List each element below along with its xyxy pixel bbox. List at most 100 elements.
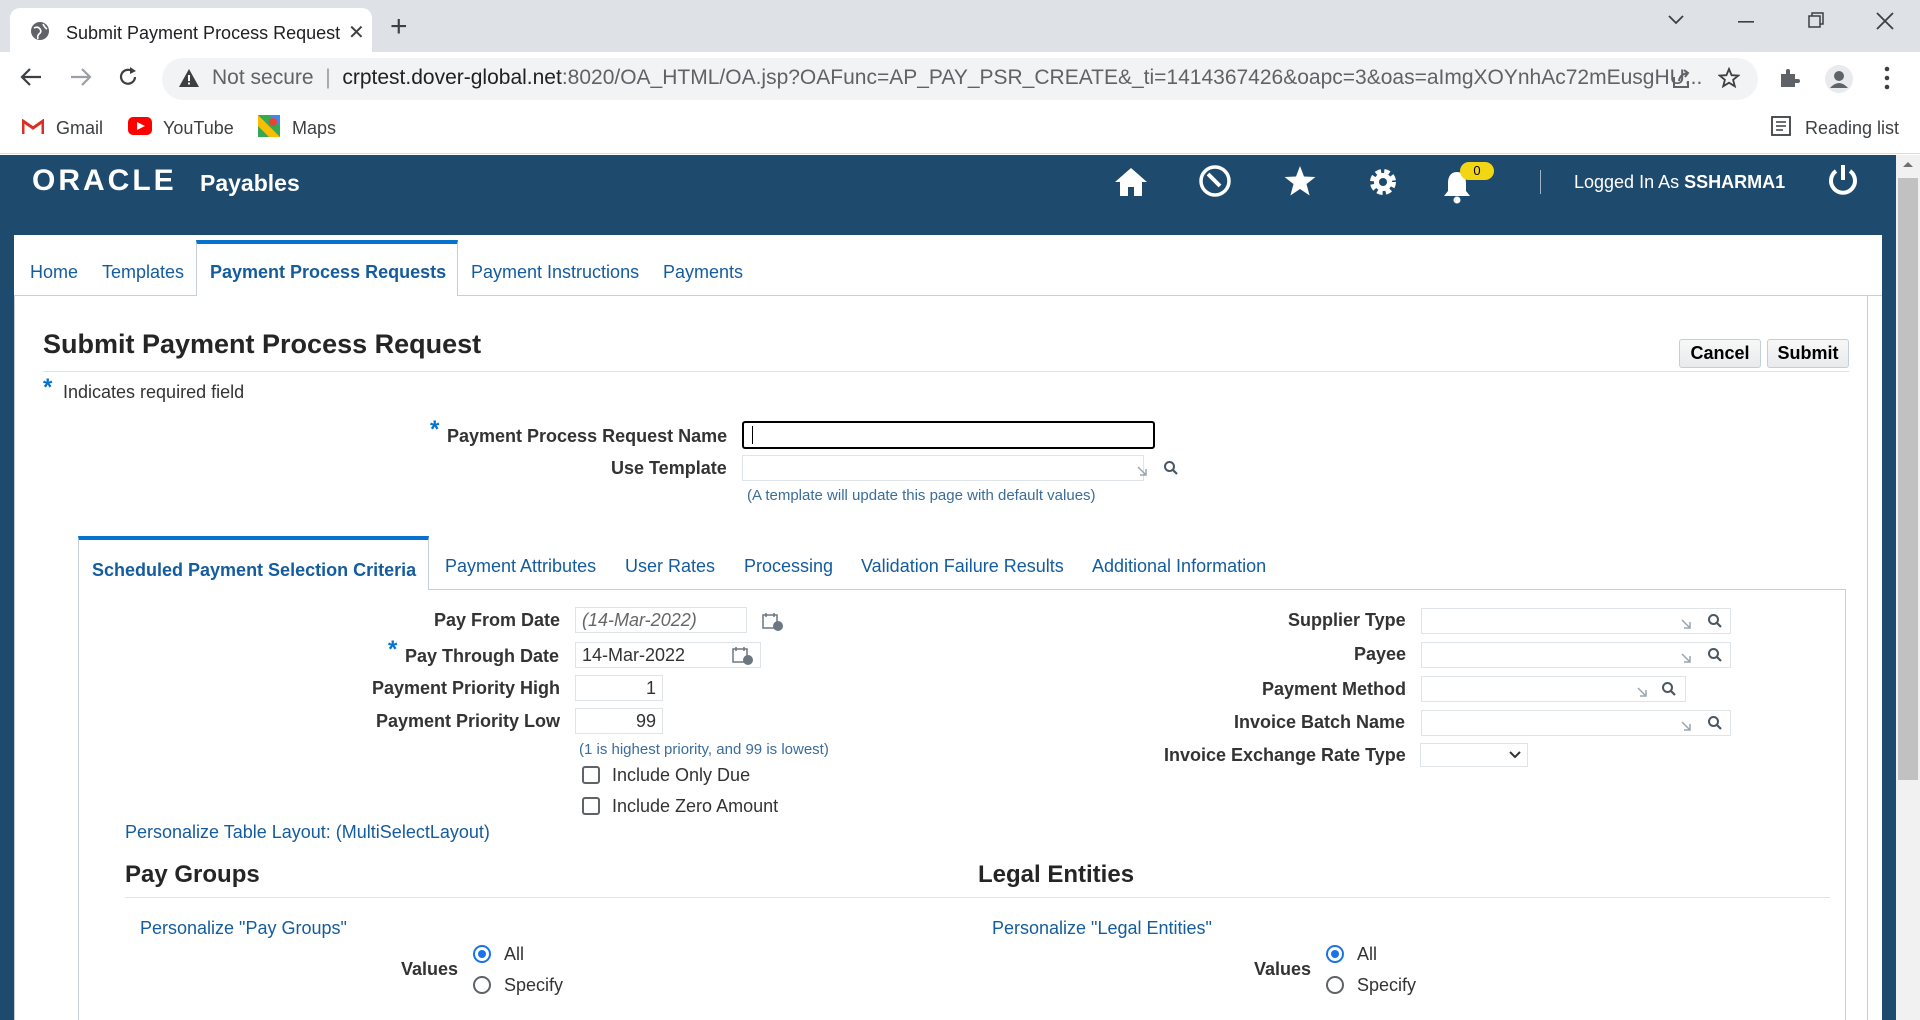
legal-entities-divider [975,897,1830,898]
browser-tab[interactable]: Submit Payment Process Request ✕ [10,8,372,52]
gmail-icon [22,119,44,134]
bookmark-maps[interactable]: Maps [292,118,336,139]
logged-in-user: Logged In As SSHARMA1 [1574,172,1785,193]
oracle-logo: ORACLE [32,164,177,197]
submit-button[interactable]: Submit [1767,339,1849,368]
chevron-down-icon [1509,751,1521,759]
priority-low-value: 99 [635,711,656,731]
subtab-user-rates[interactable]: User Rates [625,556,715,577]
priority-high-input[interactable]: 1 [575,675,663,701]
include-zero-amount-checkbox[interactable] [582,797,600,815]
required-note: Indicates required field [63,382,245,402]
subtab-validation-failure[interactable]: Validation Failure Results [861,556,1064,577]
pay-groups-all-label: All [504,944,525,964]
restore-icon[interactable] [1808,12,1824,28]
calendar-icon[interactable] [732,646,754,666]
maps-icon [258,115,280,137]
favorites-star-icon[interactable] [1283,165,1317,197]
invoice-batch-label: Invoice Batch Name [1234,712,1406,732]
use-template-input[interactable] [742,455,1144,481]
pay-groups-all-radio[interactable] [473,945,491,963]
template-hint: (A template will update this page with d… [747,487,1096,504]
subtab-additional-info[interactable]: Additional Information [1092,556,1266,577]
star-bookmark-icon[interactable] [1718,67,1740,89]
scroll-up-icon[interactable] [1902,160,1914,168]
lov-arrow-icon [1681,619,1691,629]
tab-home[interactable]: Home [30,262,78,283]
search-icon[interactable] [1707,647,1723,663]
search-icon[interactable] [1661,681,1677,697]
globe-icon [31,22,49,40]
calendar-icon[interactable] [762,612,784,632]
tab-close-icon[interactable]: ✕ [348,20,365,45]
extensions-icon[interactable] [1778,67,1800,89]
bookmarks-bar [0,106,1920,154]
share-icon[interactable] [1670,68,1692,90]
use-template-label: Use Template [611,458,727,478]
page-frame-left [0,155,14,1020]
navigator-icon[interactable] [1198,164,1232,198]
personalize-legal-entities-link[interactable]: Personalize "Legal Entities" [992,918,1212,939]
supplier-type-label: Supplier Type [1288,610,1406,630]
page-frame-right [1882,155,1896,1020]
warning-icon[interactable] [178,68,200,88]
legal-entities-specify-label: Specify [1357,975,1417,995]
required-star: * [43,374,53,401]
url-text[interactable]: Not secure | crptest.dover-global.net:80… [212,66,1702,90]
legal-entities-all-label: All [1357,944,1378,964]
minimize-icon[interactable] [1738,20,1754,24]
lov-arrow-icon [1637,687,1647,697]
subtab-payment-attributes[interactable]: Payment Attributes [445,556,596,577]
search-icon[interactable] [1163,460,1179,476]
new-tab-icon[interactable]: + [390,10,408,44]
logout-power-icon[interactable] [1826,163,1860,197]
include-zero-amount-label: Include Zero Amount [612,796,779,816]
scrollbar-thumb[interactable] [1898,178,1918,780]
pay-groups-values-label: Values [401,959,459,979]
personalize-pay-groups-link[interactable]: Personalize "Pay Groups" [140,918,347,939]
legal-entities-specify-radio[interactable] [1326,976,1344,994]
reading-list-button[interactable]: Reading list [1805,118,1899,139]
pay-groups-divider [125,897,975,898]
search-icon[interactable] [1707,715,1723,731]
pay-through-date-label: Pay Through Date [405,646,560,666]
exchange-rate-type-select[interactable] [1420,743,1528,767]
logged-in-prefix: Logged In As [1574,172,1680,192]
product-name: Payables [200,170,300,196]
tab-payment-instructions[interactable]: Payment Instructions [471,262,639,283]
include-only-due-checkbox[interactable] [582,766,600,784]
reload-icon[interactable] [117,66,139,88]
chevron-down-icon[interactable] [1668,14,1684,26]
tab-templates[interactable]: Templates [102,262,184,283]
profile-avatar-icon[interactable] [1824,64,1854,94]
personalize-table-layout-link[interactable]: Personalize Table Layout: (MultiSelectLa… [125,822,490,843]
pay-groups-title: Pay Groups [125,861,260,888]
priority-high-value: 1 [645,678,656,698]
security-label: Not secure [212,66,314,89]
window-close-icon[interactable] [1876,12,1894,30]
payment-method-label: Payment Method [1262,679,1407,699]
bookmark-youtube[interactable]: YouTube [163,118,234,139]
menu-kebab-icon[interactable] [1884,66,1890,90]
legal-entities-all-radio[interactable] [1326,945,1344,963]
tab-payments[interactable]: Payments [663,262,743,283]
forward-icon[interactable] [70,67,92,87]
pay-from-date-input[interactable]: (14-Mar-2022) [575,607,747,633]
tab-payment-process-requests[interactable]: Payment Process Requests [196,240,458,296]
search-icon[interactable] [1707,613,1723,629]
settings-gear-icon[interactable] [1366,165,1400,199]
ppr-name-input[interactable] [742,421,1155,449]
back-icon[interactable] [20,67,42,87]
lov-arrow-icon [1137,466,1147,476]
youtube-icon [128,117,152,135]
priority-low-input[interactable]: 99 [575,708,663,734]
home-icon[interactable] [1114,166,1148,198]
pay-groups-specify-radio[interactable] [473,976,491,994]
cancel-button[interactable]: Cancel [1679,339,1761,368]
text-cursor [752,426,753,444]
tab-payment-process-requests-label: Payment Process Requests [210,262,447,282]
bookmark-gmail[interactable]: Gmail [56,118,103,139]
subtab-processing[interactable]: Processing [744,556,833,577]
subtab-scheduled-criteria[interactable]: Scheduled Payment Selection Criteria [78,536,429,590]
priority-high-label: Payment Priority High [372,678,561,698]
